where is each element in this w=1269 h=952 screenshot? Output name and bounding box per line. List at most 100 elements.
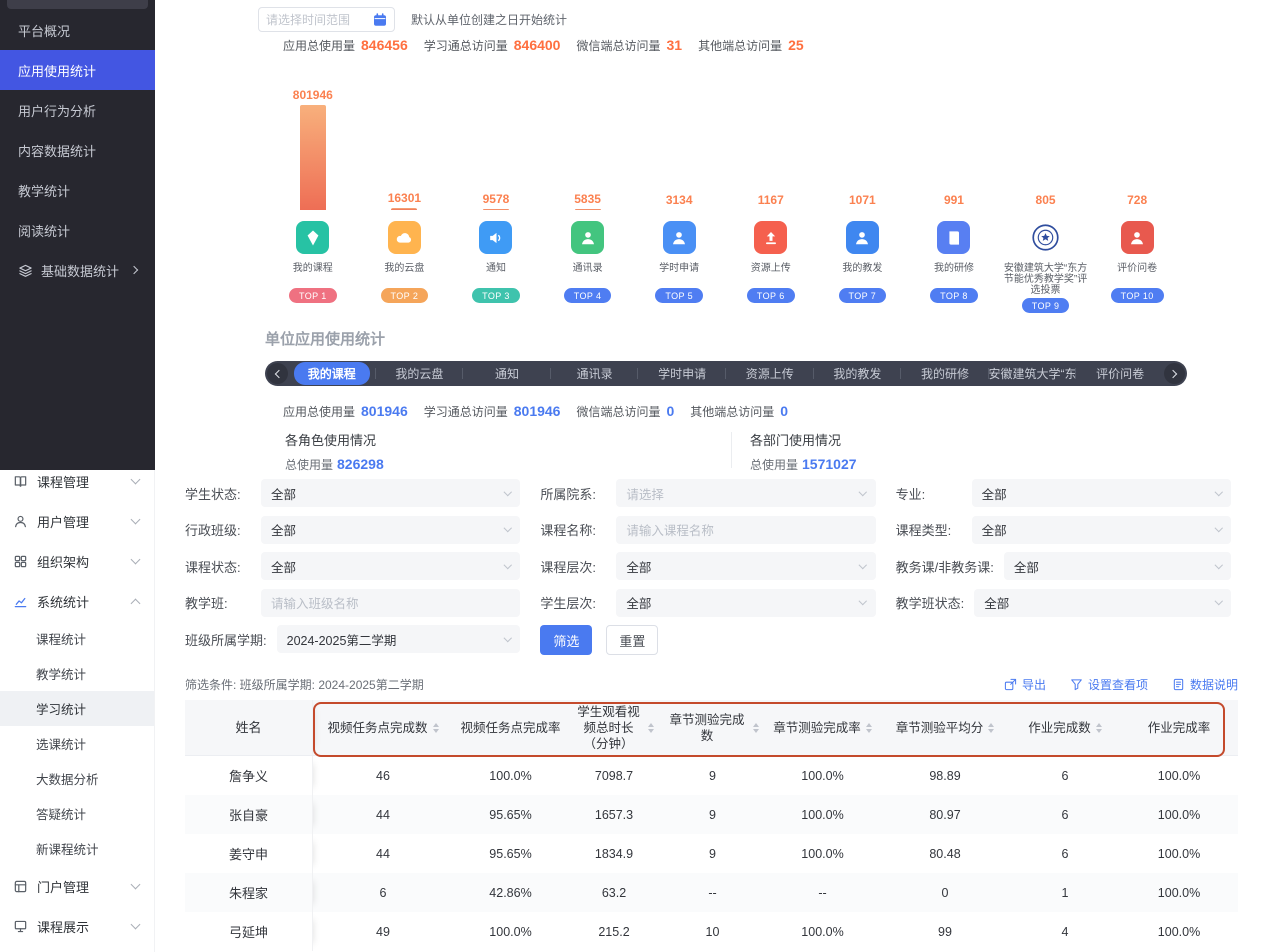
unit-stat: 其他端总访问量0 [690, 403, 788, 420]
flyout-menu-item[interactable]: 基础数据统计 [0, 250, 155, 290]
filter-select[interactable]: 全部 [616, 552, 875, 580]
chart-column: 5835通讯录TOP 4 [542, 88, 634, 313]
sidebar-subitem[interactable]: 新课程统计 [0, 831, 154, 866]
chart-column: 1167 资源上传 TOP 6 [725, 88, 817, 313]
app-icon-person [846, 221, 879, 254]
tab-item[interactable]: 通知 [463, 361, 551, 386]
flyout-menu-item[interactable]: 用户行为分析 [0, 90, 155, 130]
flyout-menu-item[interactable]: 内容数据统计 [0, 130, 155, 170]
chart-category-label: 资源上传 [751, 263, 791, 286]
sidebar-subitem[interactable]: 大数据分析 [0, 761, 154, 796]
portal-icon [13, 879, 28, 894]
column-header[interactable]: 章节测验完成率 [765, 700, 880, 755]
filter-select[interactable]: 全部 [972, 479, 1231, 507]
tab-item[interactable]: 我的课程 [288, 361, 376, 386]
sidebar-flyout: 平台概况应用使用统计用户行为分析内容数据统计教学统计阅读统计基础数据统计 [0, 0, 155, 470]
filter-value: 全部 [626, 557, 651, 576]
tab-label: 我的教发 [819, 362, 895, 385]
table-cell: 6 [313, 873, 453, 912]
tab-item[interactable]: 学时申请 [638, 361, 726, 386]
sidebar-item[interactable]: 用户管理 [0, 501, 154, 541]
sort-icons[interactable] [753, 723, 759, 733]
filter-select[interactable]: 请选择 [616, 479, 875, 507]
sort-icons[interactable] [866, 723, 872, 733]
filter-select[interactable]: 全部 [616, 589, 875, 617]
tab-item[interactable]: 通讯录 [551, 361, 639, 386]
filter-input[interactable]: 请输入课程名称 [616, 516, 875, 544]
column-header[interactable]: 作业完成数 [1010, 700, 1120, 755]
table-cell: 1 [1010, 873, 1120, 912]
student-name-cell: 姜守申 [185, 834, 313, 873]
sidebar-subitem[interactable]: 答疑统计 [0, 796, 154, 831]
chart-category-label: 我的教发 [842, 263, 882, 286]
filter-label: 课程类型: [896, 520, 962, 539]
date-range-input[interactable]: 请选择时间范围 [258, 7, 395, 32]
sidebar-item[interactable]: 组织架构 [0, 541, 154, 581]
column-header[interactable]: 章节测验完成数 [660, 700, 765, 755]
tab-scroll-left-button[interactable] [267, 363, 288, 384]
filter-select[interactable]: 全部 [972, 516, 1231, 544]
sidebar-item-label: 课程展示 [37, 917, 89, 936]
table-cell: 42.86% [453, 873, 568, 912]
flyout-menu-item[interactable]: 平台概况 [0, 10, 155, 50]
sidebar-subitem[interactable]: 课程统计 [0, 621, 154, 656]
chevron-left-icon [275, 369, 283, 377]
tab-item[interactable]: 我的云盘 [376, 361, 464, 386]
column-header: 视频任务点完成率 [453, 700, 568, 755]
export-button[interactable]: 导出 [1004, 676, 1046, 693]
chart-value-label: 1167 [758, 193, 784, 207]
view-settings-button[interactable]: 设置查看项 [1070, 676, 1148, 693]
filter-value: 请输入班级名称 [271, 593, 359, 612]
filter-input[interactable]: 请输入班级名称 [261, 589, 520, 617]
sort-icons[interactable] [1096, 723, 1102, 733]
tab-item[interactable]: 安徽建筑大学“东 [989, 361, 1077, 386]
reset-button[interactable]: 重置 [606, 625, 658, 655]
top-badge: TOP 2 [381, 288, 429, 303]
role-usage-label: 总使用量 [285, 458, 333, 472]
sort-icons[interactable] [433, 723, 439, 733]
tab-scroll-right-button[interactable] [1164, 363, 1185, 384]
filter-select[interactable]: 2024-2025第二学期 [277, 625, 521, 653]
sidebar-item[interactable]: 课程展示 [0, 906, 154, 946]
filter-value: 全部 [271, 484, 296, 503]
flyout-menu-item[interactable]: 阅读统计 [0, 210, 155, 250]
sort-icons[interactable] [648, 723, 654, 733]
filter-select[interactable]: 全部 [1004, 552, 1231, 580]
column-header: 作业完成率 [1120, 700, 1238, 755]
filter-select[interactable]: 全部 [261, 516, 520, 544]
tab-item[interactable]: 评价问卷 [1076, 361, 1164, 386]
column-header[interactable]: 学生观看视频总时长（分钟） [568, 700, 660, 755]
sidebar-item[interactable]: 系统统计 [0, 581, 154, 621]
app-icon-book [937, 221, 970, 254]
vertical-divider [731, 432, 732, 468]
filter-label: 课程名称: [540, 520, 606, 539]
tab-item[interactable]: 资源上传 [726, 361, 814, 386]
column-header-label: 作业完成率 [1148, 720, 1211, 736]
filter-value: 全部 [271, 557, 296, 576]
filter-select[interactable]: 全部 [261, 552, 520, 580]
filter-field: 班级所属学期:2024-2025第二学期 [185, 625, 520, 653]
flyout-menu-item[interactable]: 应用使用统计 [0, 50, 155, 90]
filter-select[interactable]: 全部 [974, 589, 1231, 617]
data-notes-button[interactable]: 数据说明 [1172, 676, 1238, 693]
column-header[interactable]: 视频任务点完成数 [313, 700, 453, 755]
dept-usage-total: 总使用量1571027 [750, 456, 1196, 473]
sidebar-submenu: 课程统计教学统计学习统计选课统计大数据分析答疑统计新课程统计 [0, 621, 154, 866]
filter-select[interactable]: 全部 [261, 479, 520, 507]
sidebar-subitem[interactable]: 学习统计 [0, 691, 154, 726]
tab-item[interactable]: 我的教发 [814, 361, 902, 386]
sort-icons[interactable] [988, 723, 994, 733]
unit-stat: 学习通总访问量801946 [424, 403, 561, 420]
sidebar-subitem[interactable]: 教学统计 [0, 656, 154, 691]
sidebar-item[interactable]: 门户管理 [0, 866, 154, 906]
app-icon-person [1121, 221, 1154, 254]
chart-category-label: 评价问卷 [1117, 263, 1157, 286]
column-header-label: 章节测验完成率 [773, 720, 861, 736]
flyout-menu-item[interactable]: 教学统计 [0, 170, 155, 210]
top-badge: TOP 6 [747, 288, 795, 303]
filter-button[interactable]: 筛选 [540, 625, 592, 655]
chart-category-label: 我的云盘 [384, 263, 424, 286]
tab-item[interactable]: 我的研修 [901, 361, 989, 386]
sidebar-subitem[interactable]: 选课统计 [0, 726, 154, 761]
column-header[interactable]: 章节测验平均分 [880, 700, 1010, 755]
